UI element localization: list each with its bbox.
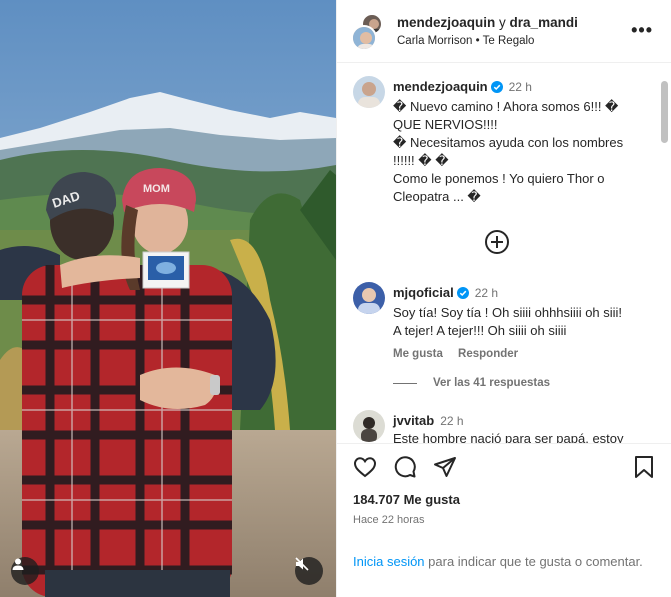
like-button[interactable] bbox=[353, 455, 377, 484]
verified-badge-icon bbox=[456, 286, 469, 304]
header-conjunction: y bbox=[499, 15, 506, 30]
view-replies-button[interactable]: Ver las 41 respuestas bbox=[393, 377, 550, 389]
header-user2-link[interactable]: dra_mandi bbox=[510, 15, 578, 30]
login-prompt: Inicia sesión para indicar que te gusta … bbox=[353, 553, 653, 571]
caption-text: � Nuevo camino ! Ahora somos 6!!! � QUE … bbox=[393, 99, 624, 204]
post-panel: mendezjoaquin y dra_mandi Carla Morrison… bbox=[336, 0, 671, 597]
comment-bubble-icon bbox=[394, 456, 416, 478]
header-usernames: mendezjoaquin y dra_mandi bbox=[397, 15, 578, 30]
comment-username[interactable]: mjqoficial bbox=[393, 285, 454, 300]
bookmark-icon bbox=[635, 456, 653, 478]
paper-plane-icon bbox=[434, 457, 456, 477]
comment-text: Este hombre nació para ser papá, estoy bbox=[393, 431, 624, 444]
view-replies-label: Ver las 41 respuestas bbox=[433, 377, 550, 389]
avatar[interactable] bbox=[353, 410, 385, 442]
plus-icon bbox=[491, 236, 503, 248]
replies-divider bbox=[393, 382, 417, 384]
avatar[interactable] bbox=[351, 25, 377, 51]
comment-time: 22 h bbox=[474, 286, 499, 300]
post-photo: DAD MOM bbox=[0, 0, 336, 597]
comment: jvvitab 22 h Este hombre nació para ser p… bbox=[393, 412, 655, 444]
post-header: mendezjoaquin y dra_mandi Carla Morrison… bbox=[337, 0, 671, 63]
comment-reply-link[interactable]: Responder bbox=[458, 348, 518, 360]
heart-icon bbox=[353, 457, 377, 478]
verified-badge-icon bbox=[490, 80, 503, 98]
caption: mendezjoaquin 22 h � Nuevo camino ! Ahora… bbox=[393, 78, 653, 206]
comment-username[interactable]: jvvitab bbox=[393, 413, 434, 428]
speaker-muted-icon bbox=[295, 557, 309, 571]
post-timestamp[interactable]: Hace 22 horas bbox=[353, 514, 425, 526]
comment: mjqoficial 22 h Soy tía! Soy tía ! Oh sii… bbox=[393, 284, 655, 360]
caption-username[interactable]: mendezjoaquin bbox=[393, 79, 488, 94]
comments-scrollbar[interactable] bbox=[661, 81, 668, 143]
audio-artist: Carla Morrison bbox=[397, 35, 473, 47]
comment-actions: Me gusta Responder bbox=[393, 348, 655, 360]
comment-text: Soy tía! Soy tía ! Oh siiii ohhhsiiii oh… bbox=[393, 305, 623, 338]
comments-section: mendezjoaquin 22 h � Nuevo camino ! Ahora… bbox=[337, 64, 671, 444]
header-user1-link[interactable]: mendezjoaquin bbox=[397, 15, 495, 30]
comment-like-link[interactable]: Me gusta bbox=[393, 348, 443, 360]
avatar[interactable] bbox=[353, 282, 385, 314]
person-icon bbox=[12, 558, 24, 570]
post-media[interactable]: DAD MOM bbox=[0, 0, 336, 597]
post-actions bbox=[337, 455, 671, 485]
audio-info[interactable]: Carla Morrison • Te Regalo bbox=[397, 35, 534, 47]
audio-song: Te Regalo bbox=[482, 35, 535, 47]
more-options-icon[interactable]: ••• bbox=[631, 20, 653, 41]
audio-separator: • bbox=[475, 35, 480, 47]
save-button[interactable] bbox=[633, 455, 655, 484]
login-link[interactable]: Inicia sesión bbox=[353, 554, 425, 569]
share-button[interactable] bbox=[433, 455, 457, 484]
cap-mom-text: MOM bbox=[143, 183, 170, 195]
comment-button[interactable] bbox=[393, 455, 417, 484]
avatar[interactable] bbox=[353, 76, 385, 108]
caption-time: 22 h bbox=[508, 80, 532, 94]
login-prompt-text: para indicar que te gusta o comentar. bbox=[424, 554, 643, 569]
like-count[interactable]: 184.707 Me gusta bbox=[353, 492, 460, 507]
comment-time: 22 h bbox=[440, 414, 464, 428]
tagged-users-button[interactable] bbox=[11, 557, 39, 585]
load-more-comments-button[interactable] bbox=[485, 230, 509, 254]
mute-toggle-button[interactable] bbox=[295, 557, 323, 585]
